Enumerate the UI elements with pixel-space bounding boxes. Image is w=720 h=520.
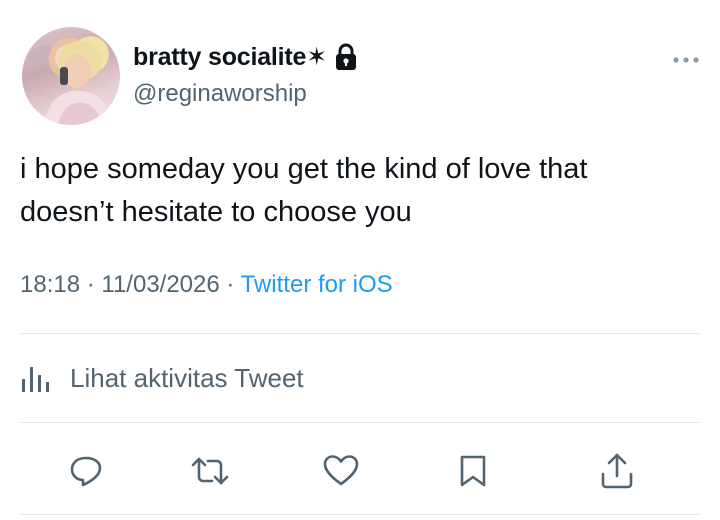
reply-icon [70,456,102,487]
avatar[interactable] [22,27,120,125]
share-button[interactable] [595,449,639,493]
name-row: bratty socialite✶ [133,40,357,74]
tweet-time[interactable]: 18:18 [20,271,80,298]
bookmark-button[interactable] [451,449,495,493]
more-options-icon[interactable] [671,52,701,63]
view-activity-label: Lihat aktivitas Tweet [70,362,304,393]
reply-button[interactable] [64,449,108,493]
analytics-bars-icon [22,367,49,392]
display-name[interactable]: bratty socialite✶ [133,42,327,72]
divider [20,422,700,423]
meta-separator: · [219,271,241,298]
tweet-date[interactable]: 11/03/2026 [101,271,219,298]
lock-icon [335,43,357,71]
bookmark-icon [460,455,486,487]
tweet-source-link[interactable]: Twitter for iOS [241,271,393,298]
view-activity-button[interactable]: Lihat aktivitas Tweet [20,356,304,400]
share-icon [601,453,633,489]
meta-separator: · [80,271,102,298]
tweet-card: bratty socialite✶ @reginaworship i hope … [0,0,720,520]
divider [20,333,700,334]
like-icon [323,455,359,486]
user-handle[interactable]: @reginaworship [133,80,307,108]
retweet-button[interactable] [188,449,232,493]
retweet-icon [191,457,229,485]
tweet-meta: 18:18 · 11/03/2026 · Twitter for iOS [20,271,393,299]
like-button[interactable] [319,449,363,493]
tweet-text: i hope someday you get the kind of love … [20,153,588,228]
avatar-image [28,41,114,125]
divider [20,514,700,515]
